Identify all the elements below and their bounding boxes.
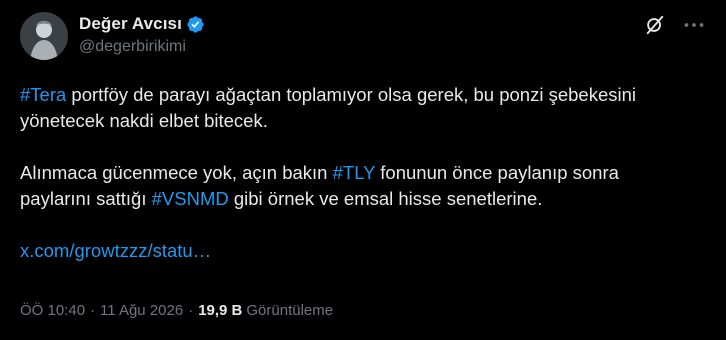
author-handle[interactable]: @degerbirikimi (79, 38, 186, 56)
more-icon[interactable] (681, 12, 707, 38)
tweet-text: gibi örnek ve emsal hisse senetlerine. (228, 188, 543, 209)
meta-separator: · (188, 302, 194, 319)
hashtag-link[interactable]: #Tera (20, 84, 66, 105)
hashtag-link[interactable]: #VSNMD (152, 188, 229, 209)
meta-separator: · (90, 302, 96, 319)
grok-icon[interactable] (644, 14, 666, 36)
tweet-body: #Tera portföy de parayı ağaçtan toplamıy… (20, 82, 670, 264)
author-name-row: Değer Avcısı (79, 14, 205, 34)
avatar[interactable] (20, 12, 68, 60)
tweet-text: portföy de parayı ağaçtan toplamıyor ols… (20, 84, 637, 131)
tweet-paragraph: #Tera portföy de parayı ağaçtan toplamıy… (20, 82, 670, 134)
views-count[interactable]: 19,9 B (198, 302, 242, 319)
tweet-meta: ÖÖ 10:40 · 11 Ağu 2026 · 19,9 B Görüntül… (20, 302, 333, 319)
tweet-date[interactable]: 11 Ağu 2026 (100, 302, 183, 319)
views-label: Görüntüleme (246, 302, 334, 319)
tweet-paragraph: Alınmaca gücenmece yok, açın bakın #TLY … (20, 160, 670, 212)
external-link[interactable]: x.com/growtzzz/statu… (20, 240, 211, 261)
hashtag-link[interactable]: #TLY (333, 162, 376, 183)
tweet-text: Alınmaca gücenmece yok, açın bakın (20, 162, 333, 183)
tweet-time[interactable]: ÖÖ 10:40 (20, 302, 85, 319)
author-display-name[interactable]: Değer Avcısı (79, 14, 182, 34)
verified-badge-icon[interactable] (186, 15, 205, 34)
tweet-card: Değer Avcısı @degerbirikimi #Tera portfö… (0, 0, 726, 340)
